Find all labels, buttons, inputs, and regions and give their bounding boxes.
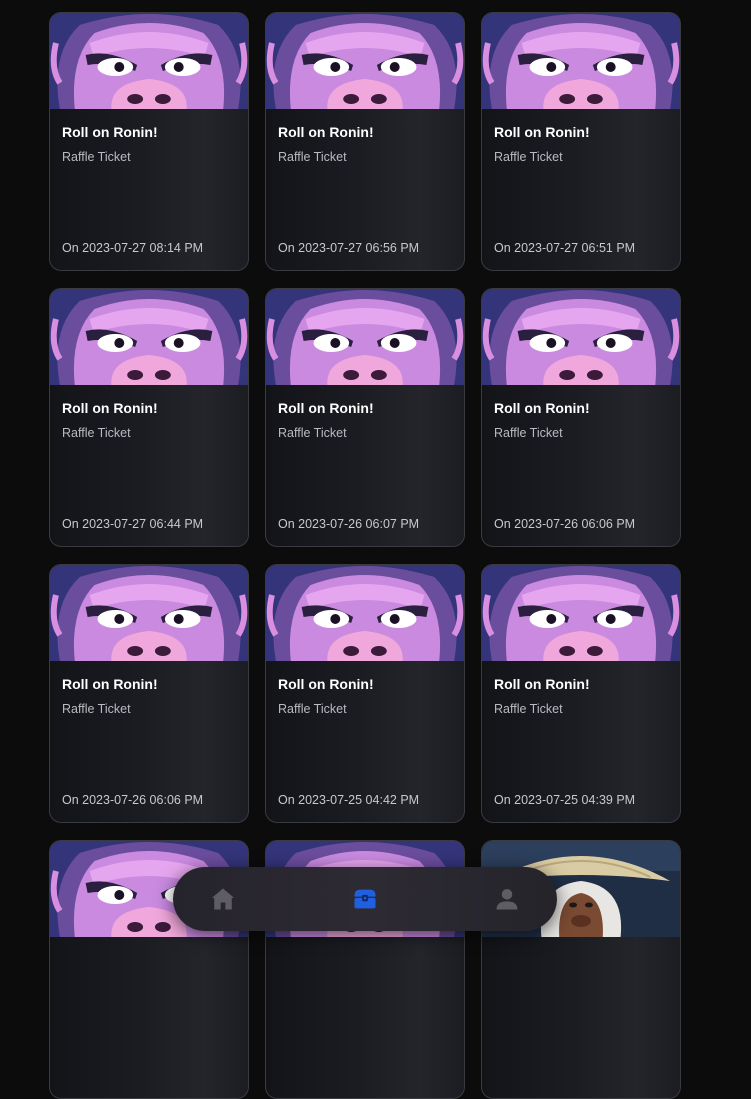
card-subtitle: Raffle Ticket [62,150,131,164]
card-subtitle: Raffle Ticket [278,702,347,716]
card-date: On 2023-07-27 06:44 PM [62,517,204,531]
bottom-nav-bar [173,867,557,931]
gorilla-image [266,13,464,109]
card-date: On 2023-07-27 08:14 PM [62,241,204,255]
card-subtitle: Raffle Ticket [494,150,563,164]
home-button[interactable] [207,883,239,915]
ticket-card[interactable]: Roll on Ronin! Raffle Ticket On 2023-07-… [481,12,681,271]
treasure-chest-icon [354,889,376,909]
user-icon [496,889,518,910]
card-subtitle: Raffle Ticket [62,702,131,716]
card-title: Roll on Ronin! [278,124,374,140]
card-subtitle: Raffle Ticket [494,702,563,716]
card-title: Roll on Ronin! [62,400,158,416]
ticket-card[interactable]: Roll on Ronin! Raffle Ticket On 2023-07-… [265,12,465,271]
card-title: Roll on Ronin! [278,676,374,692]
card-title: Roll on Ronin! [62,124,158,140]
card-subtitle: Raffle Ticket [278,150,347,164]
ticket-card[interactable]: Roll on Ronin! Raffle Ticket On 2023-07-… [265,288,465,547]
gorilla-image [50,13,248,109]
card-title: Roll on Ronin! [62,676,158,692]
gorilla-image [266,565,464,661]
ticket-grid: Roll on Ronin! Raffle Ticket On 2023-07-… [49,12,681,1099]
ticket-card[interactable]: Roll on Ronin! Raffle Ticket On 2023-07-… [49,12,249,271]
gorilla-image [482,13,680,109]
gorilla-image [50,565,248,661]
card-title: Roll on Ronin! [278,400,374,416]
card-subtitle: Raffle Ticket [278,426,347,440]
gorilla-image [266,289,464,385]
ticket-card[interactable]: Roll on Ronin! Raffle Ticket On 2023-07-… [481,564,681,823]
profile-button[interactable] [491,883,523,915]
inventory-button[interactable] [349,883,381,915]
card-title: Roll on Ronin! [494,676,590,692]
gorilla-image [482,289,680,385]
card-date: On 2023-07-26 06:06 PM [62,793,204,807]
card-date: On 2023-07-25 04:42 PM [278,793,420,807]
card-date: On 2023-07-26 06:07 PM [278,517,420,531]
card-date: On 2023-07-25 04:39 PM [494,793,636,807]
gorilla-image [50,289,248,385]
ticket-card[interactable]: Roll on Ronin! Raffle Ticket On 2023-07-… [265,564,465,823]
card-subtitle: Raffle Ticket [62,426,131,440]
ticket-card[interactable]: Roll on Ronin! Raffle Ticket On 2023-07-… [49,288,249,547]
card-date: On 2023-07-27 06:51 PM [494,241,636,255]
ticket-card[interactable]: Roll on Ronin! Raffle Ticket On 2023-07-… [49,564,249,823]
card-title: Roll on Ronin! [494,400,590,416]
gorilla-image [482,565,680,661]
card-title: Roll on Ronin! [494,124,590,140]
home-icon [211,888,235,910]
card-date: On 2023-07-26 06:06 PM [494,517,636,531]
card-date: On 2023-07-27 06:56 PM [278,241,420,255]
card-subtitle: Raffle Ticket [494,426,563,440]
ticket-card[interactable]: Roll on Ronin! Raffle Ticket On 2023-07-… [481,288,681,547]
